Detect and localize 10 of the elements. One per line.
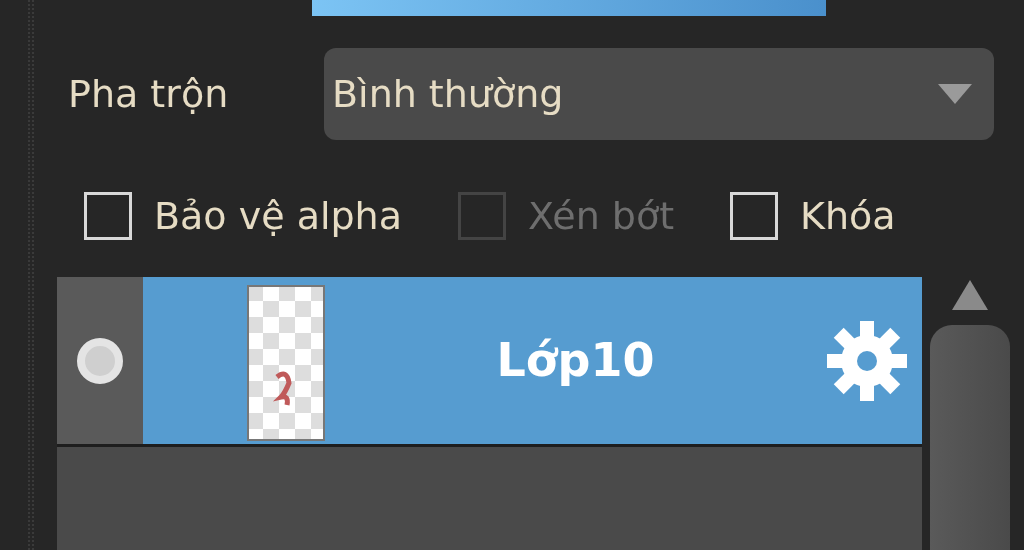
- blend-mode-label: Pha trộn: [68, 70, 230, 118]
- layer-name: Lớp10: [496, 332, 655, 389]
- settings-icon[interactable]: [826, 319, 908, 402]
- dropdown-arrow-icon: [938, 84, 972, 104]
- checkbox-label: Khóa: [800, 192, 896, 240]
- scrollbar-thumb[interactable]: [930, 325, 1010, 550]
- blend-mode-dropdown[interactable]: Bình thường: [324, 48, 994, 140]
- checkbox-label: Xén bớt: [527, 192, 675, 240]
- checkbox-label: Bảo vệ alpha: [154, 192, 402, 240]
- opacity-slider-fill[interactable]: [312, 0, 826, 16]
